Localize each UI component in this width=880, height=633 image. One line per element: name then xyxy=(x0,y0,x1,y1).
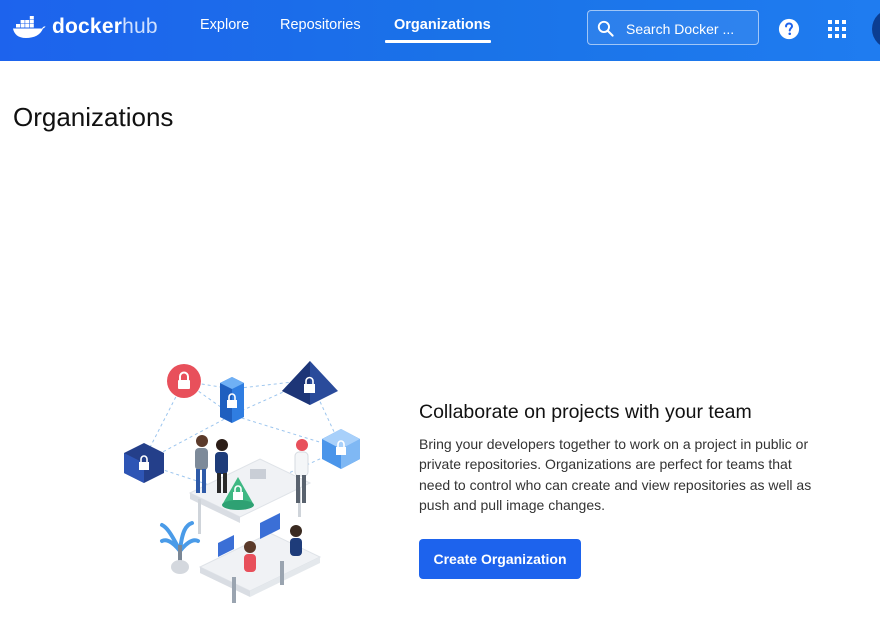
docker-whale-icon xyxy=(13,16,46,38)
nav-repositories[interactable]: Repositories xyxy=(280,17,361,33)
user-avatar[interactable] xyxy=(872,9,880,49)
nav-explore[interactable]: Explore xyxy=(200,17,249,33)
help-icon[interactable] xyxy=(778,18,800,40)
navy-pyramid-node xyxy=(282,361,338,405)
brand-wordmark: dockerhub xyxy=(52,15,158,38)
team-collaboration-illustration xyxy=(124,361,360,603)
lower-desk xyxy=(198,513,322,603)
active-tab-indicator xyxy=(385,40,491,43)
cta-heading: Collaborate on projects with your team xyxy=(419,401,752,423)
light-blue-cube-node xyxy=(322,429,360,469)
search-icon xyxy=(597,20,614,37)
search-box[interactable] xyxy=(587,10,759,45)
navy-cube-node xyxy=(124,443,164,483)
search-input[interactable] xyxy=(624,18,758,40)
create-organization-button[interactable]: Create Organization xyxy=(419,539,581,579)
top-navigation-bar: dockerhub Explore Repositories Organizat… xyxy=(0,0,880,61)
nav-organizations[interactable]: Organizations xyxy=(394,17,491,33)
page-title: Organizations xyxy=(13,102,174,132)
red-lock-node xyxy=(167,364,201,398)
blue-column-node xyxy=(220,377,244,423)
potted-plant xyxy=(160,521,200,574)
docker-hub-logo[interactable]: dockerhub xyxy=(12,13,158,41)
apps-grid-icon[interactable] xyxy=(828,20,846,38)
cta-description: Bring your developers together to work o… xyxy=(419,436,812,513)
